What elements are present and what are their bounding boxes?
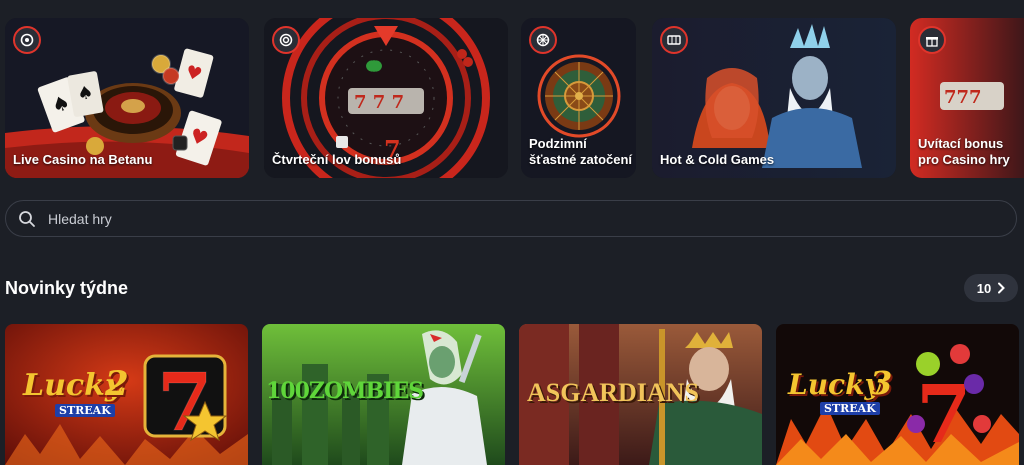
promo-label: Podzimní šťastné zatočení: [529, 136, 633, 167]
see-all-button[interactable]: 10: [964, 274, 1018, 302]
promo-label: Uvítací bonus pro Casino hry: [918, 136, 1010, 167]
svg-text:7: 7: [916, 367, 972, 461]
promo-card-live-casino[interactable]: ♠ ♠ ♥ ♥ Live Casino na Betanu: [5, 18, 249, 178]
game-tile-100-zombies[interactable]: 100ZOMBIES: [262, 324, 505, 465]
promo-card-bonus-hunt[interactable]: 7 7 7 7 Čtvrteční lov bonusů: [264, 18, 508, 178]
promo-label: Čtvrteční lov bonusů: [272, 152, 402, 167]
search-bar[interactable]: [5, 200, 1017, 237]
slot-icon: [660, 26, 688, 54]
game-tile-lucky-3-streak[interactable]: 7 Lucky 3 STREAK: [776, 324, 1019, 465]
game-logo-subtitle: STREAK: [55, 404, 115, 417]
game-logo-text: ASGARDIANS: [527, 378, 699, 407]
section-title: Novinky týdne: [5, 278, 129, 298]
svg-text:7 7 7: 7 7 7: [354, 92, 404, 113]
wheel-icon: [529, 26, 557, 54]
gift-icon: [918, 26, 946, 54]
game-logo-text: 100ZOMBIES: [266, 378, 424, 404]
game-tile-asgardians[interactable]: ASGARDIANS: [519, 324, 762, 465]
game-logo-number: 2: [105, 364, 129, 404]
game-tile-lucky-2-streak[interactable]: 7 Lucky 2 STREAK: [5, 324, 248, 465]
promo-card-hot-cold[interactable]: Hot & Cold Games: [652, 18, 896, 178]
promo-label: Hot & Cold Games: [660, 152, 775, 167]
game-logo-subtitle: STREAK: [820, 402, 880, 415]
promo-card-autumn-spin[interactable]: Podzimní šťastné zatočení: [521, 18, 636, 178]
game-logo-number: 3: [870, 364, 893, 402]
chip-icon: [13, 26, 41, 54]
target-icon: [272, 26, 300, 54]
chevron-right-icon: [998, 282, 1006, 294]
search-icon: [19, 210, 35, 227]
promo-card-welcome-bonus[interactable]: 777 Uvítací bonus pro Casino hry: [910, 18, 1024, 178]
svg-text:777: 777: [944, 87, 982, 108]
promo-label: Live Casino na Betanu: [13, 152, 153, 167]
promo-carousel: ♠ ♠ ♥ ♥ Live Casino na Betanu 7 7 7 7 Čt…: [0, 18, 1024, 178]
svg-text:7: 7: [157, 355, 213, 449]
game-logo-text: Lucky: [788, 368, 881, 401]
game-count: 10: [976, 280, 992, 296]
search-input[interactable]: [48, 210, 948, 227]
